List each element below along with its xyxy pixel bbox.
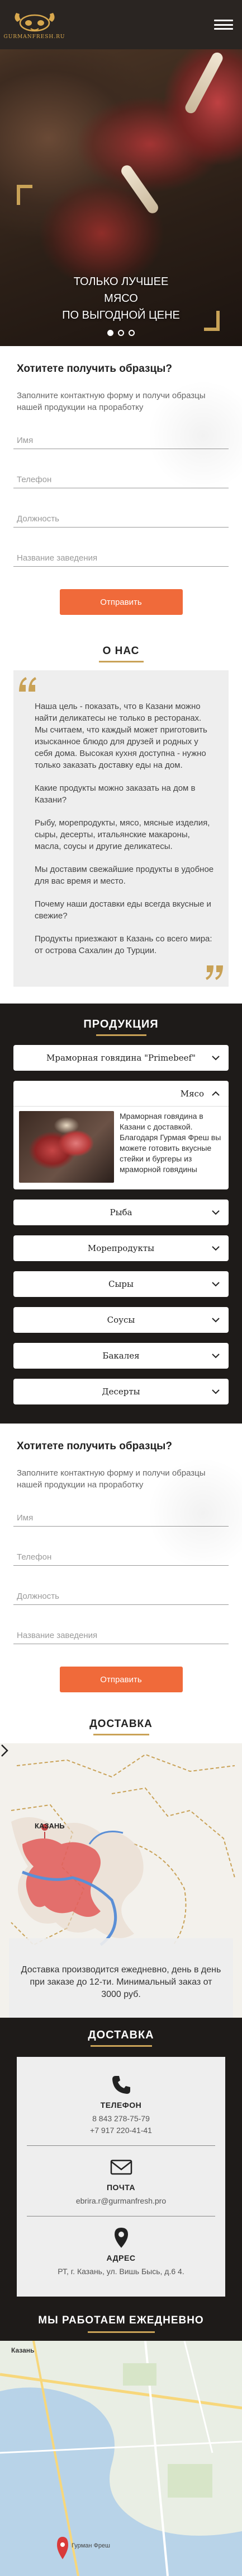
- location-pin-icon: [114, 2228, 128, 2248]
- submit-button[interactable]: Отправить: [59, 1667, 183, 1692]
- site-header: GURMANFRESH.RU: [0, 0, 242, 49]
- about-text-box: Наша цель - показать, что в Казани можно…: [13, 670, 229, 987]
- address-label: АДРЕС: [106, 2253, 136, 2262]
- phone-block: ТЕЛЕФОН 8 843 278-75-79 +7 917 220-41-41: [27, 2073, 215, 2136]
- hero-slider[interactable]: ТОЛЬКО ЛУЧШЕЕ МЯСО ПО ВЫГОДНОЙ ЦЕНЕ: [0, 49, 242, 346]
- logo-bull-icon: [14, 13, 55, 32]
- product-item-label: Десерты: [102, 1387, 140, 1397]
- sample-request-form-2: Хотитете получить образцы? Заполните кон…: [0, 1424, 242, 1712]
- mail-label: ПОЧТА: [106, 2183, 136, 2192]
- about-paragraph: Мы доставим свежайшие продукты в удобное…: [35, 865, 214, 886]
- venue-field[interactable]: [13, 550, 229, 567]
- section-title: ПРОДУКЦИЯ: [83, 1018, 159, 1030]
- product-item-grocery[interactable]: Бакалея: [13, 1343, 229, 1369]
- product-item-label: Сыры: [108, 1279, 134, 1289]
- product-item-primebeef[interactable]: Мраморная говядина "Primebeef": [13, 1045, 229, 1071]
- address-text: РТ, г. Казань, ул. Вишь Бысь, д.6 4.: [58, 2267, 184, 2276]
- schedule-section: МЫ РАБОТАЕМ ЕЖЕДНЕВНО Казань Гурман Фреш: [0, 2308, 242, 2576]
- phone-number[interactable]: 8 843 278-75-79: [27, 2113, 215, 2125]
- about-paragraph: Продукты приезжают в Казань со всего мир…: [35, 934, 212, 955]
- title-underline: [90, 2045, 152, 2047]
- form-title: Хотитете получить образцы?: [17, 363, 172, 375]
- email-link[interactable]: ebrira.r@gurmanfresh.pro: [27, 2195, 215, 2207]
- delivery-map[interactable]: КАЗАНЬ Доставка производится ежедневно, …: [0, 1743, 242, 2018]
- open-quote-icon: [19, 677, 36, 692]
- chevron-down-icon: [212, 1318, 220, 1323]
- contacts-section: ДОСТАВКА ТЕЛЕФОН 8 843 278-75-79 +7 917 …: [0, 2018, 242, 2308]
- hero-title: ТОЛЬКО ЛУЧШЕЕ МЯСО ПО ВЫГОДНОЙ ЦЕНЕ: [62, 276, 180, 321]
- city-label: КАЗАНЬ: [35, 1822, 65, 1830]
- product-item-label: Морепродукты: [87, 1243, 155, 1253]
- title-underline: [87, 2331, 155, 2333]
- section-title: ДОСТАВКА: [89, 1718, 153, 1730]
- phone-icon: [112, 2076, 130, 2094]
- chevron-down-icon: [212, 1354, 220, 1359]
- mail-block: ПОЧТА ebrira.r@gurmanfresh.pro: [27, 2155, 215, 2207]
- chevron-down-icon: [212, 1282, 220, 1287]
- title-underline: [96, 1034, 146, 1036]
- product-item-fish[interactable]: Рыба: [13, 1200, 229, 1225]
- product-item-cheese[interactable]: Сыры: [13, 1271, 229, 1297]
- product-item-label: Соусы: [107, 1315, 135, 1325]
- slider-dots: [0, 330, 242, 336]
- venue-field[interactable]: [13, 1627, 229, 1644]
- logo[interactable]: GURMANFRESH.RU: [4, 10, 64, 40]
- chevron-up-icon: [212, 1091, 220, 1096]
- chevron-down-icon: [212, 1389, 220, 1394]
- chevron-down-icon: [212, 1246, 220, 1251]
- address-block: АДРЕС РТ, г. Казань, ул. Вишь Бысь, д.6 …: [27, 2225, 215, 2278]
- chevron-down-icon: [212, 1210, 220, 1215]
- delivery-section: ДОСТАВКА КАЗАНЬ Доставка производится еж…: [0, 1712, 242, 2018]
- divider: [27, 2145, 215, 2146]
- chevron-down-icon: [212, 1056, 220, 1061]
- product-item-meat[interactable]: Мясо Мраморная говядина в Казани с доста…: [13, 1081, 229, 1189]
- title-underline: [98, 661, 144, 662]
- phone-number[interactable]: +7 917 220-41-41: [27, 2125, 215, 2136]
- contacts-box: ТЕЛЕФОН 8 843 278-75-79 +7 917 220-41-41…: [17, 2057, 225, 2297]
- product-item-label: Рыба: [110, 1207, 132, 1217]
- section-title: ДОСТАВКА: [88, 2029, 154, 2041]
- bone-decoration: [119, 163, 160, 216]
- sample-request-form: Хотитете получить образцы? Заполните кон…: [0, 346, 242, 635]
- product-detail: Мраморная говядина в Казани с доставкой.…: [13, 1107, 229, 1189]
- position-field[interactable]: [13, 511, 229, 528]
- open-quote-icon: [17, 185, 32, 205]
- products-section: ПРОДУКЦИЯ Мраморная говядина "Primebeef"…: [0, 1004, 242, 1424]
- slider-dot[interactable]: [129, 330, 135, 336]
- position-field[interactable]: [13, 1588, 229, 1605]
- product-item-label: Мраморная говядина "Primebeef": [46, 1053, 196, 1063]
- form-title: Хотитете получить образцы?: [17, 1440, 172, 1452]
- about-paragraph: Почему наши доставки еды всегда вкусные …: [35, 899, 211, 921]
- slider-dot[interactable]: [118, 330, 124, 336]
- phone-label: ТЕЛЕФОН: [100, 2101, 142, 2110]
- about-paragraph: Какие продукты можно заказать на дом в К…: [35, 783, 196, 805]
- city-map-graphic: [0, 2341, 242, 2576]
- about-section: О НАС Наша цель - показать, что в Казани…: [0, 635, 242, 1004]
- chevron-right-icon[interactable]: [0, 1743, 9, 1758]
- bone-decoration: [183, 50, 225, 115]
- submit-button[interactable]: Отправить: [59, 589, 183, 615]
- delivery-info: Доставка производится ежедневно, день в …: [9, 1938, 233, 2018]
- marbled-beef-image: [19, 1111, 114, 1183]
- title-underline: [93, 1734, 149, 1735]
- logo-text: GURMANFRESH.RU: [3, 34, 65, 40]
- map-city-label: Казань: [11, 2346, 35, 2354]
- mail-icon: [110, 2159, 132, 2175]
- product-item-desserts[interactable]: Десерты: [13, 1379, 229, 1404]
- product-item-sauces[interactable]: Соусы: [13, 1307, 229, 1333]
- location-map[interactable]: Казань Гурман Фреш: [0, 2341, 242, 2576]
- close-quote-icon: [206, 965, 223, 980]
- hamburger-icon: [214, 20, 233, 21]
- section-title: О НАС: [102, 645, 140, 657]
- about-paragraph: Наша цель - показать, что в Казани можно…: [35, 702, 207, 770]
- about-paragraph: Рыбу, морепродукты, мясо, мясные изделия…: [35, 818, 210, 851]
- product-description: Мраморная говядина в Казани с доставкой.…: [120, 1112, 221, 1174]
- product-item-seafood[interactable]: Морепродукты: [13, 1235, 229, 1261]
- section-title: МЫ РАБОТАЕМ ЕЖЕДНЕВНО: [38, 2314, 204, 2326]
- hamburger-menu-button[interactable]: [213, 17, 234, 32]
- map-place-label: Гурман Фреш: [72, 2542, 110, 2549]
- slider-dot[interactable]: [107, 330, 113, 336]
- product-item-label: Бакалея: [102, 1351, 140, 1361]
